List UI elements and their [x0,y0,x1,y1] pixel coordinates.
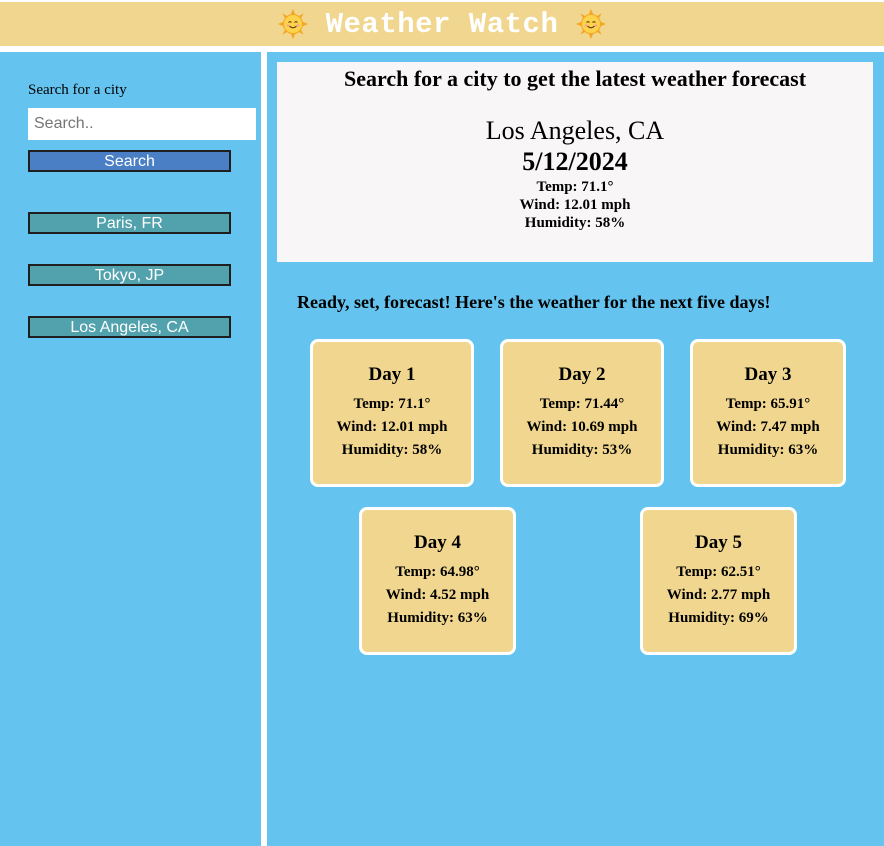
forecast-wind: Wind: 7.47 mph [716,419,820,435]
forecast-wind: Wind: 4.52 mph [385,587,490,603]
forecast-day-label: Day 2 [558,364,606,385]
forecast-heading: Ready, set, forecast! Here's the weather… [297,292,771,312]
app-title: Weather Watch [325,7,559,41]
forecast-card-day-2: Day 2 Temp: 71.44° Wind: 10.69 mph Humid… [500,339,664,487]
search-label: Search for a city [28,82,127,98]
current-weather-panel: Search for a city to get the latest weat… [277,62,873,262]
forecast-temp: Temp: 62.51° [676,564,761,580]
history-button-tokyo[interactable]: Tokyo, JP [28,264,231,286]
forecast-day-label: Day 5 [695,532,742,553]
smiling-sun-icon [576,9,607,39]
forecast-temp: Temp: 64.98° [395,564,480,580]
main-content: Search for a city to get the latest weat… [267,52,884,846]
forecast-day-label: Day 3 [744,364,792,385]
current-humidity: Humidity: 58% [524,215,626,231]
current-wind: Wind: 12.01 mph [519,197,631,213]
forecast-humidity: Humidity: 63% [387,610,488,626]
history-button-paris[interactable]: Paris, FR [28,212,231,234]
forecast-temp: Temp: 65.91° [725,396,811,412]
forecast-humidity: Humidity: 53% [531,442,633,458]
forecast-wind: Wind: 12.01 mph [336,419,448,435]
forecast-card-day-3: Day 3 Temp: 65.91° Wind: 7.47 mph Humidi… [690,339,846,487]
search-input[interactable] [28,108,256,140]
sidebar: Search for a city Search Paris, FR Tokyo… [0,52,261,846]
forecast-temp: Temp: 71.1° [353,396,431,412]
forecast-humidity: Humidity: 69% [668,610,769,626]
forecast-temp: Temp: 71.44° [539,396,625,412]
forecast-card-day-5: Day 5 Temp: 62.51° Wind: 2.77 mph Humidi… [640,507,797,655]
app-header: Weather Watch [0,2,884,46]
current-city: Los Angeles, CA [485,116,665,145]
search-button[interactable]: Search [28,150,231,172]
smiling-sun-icon [277,9,308,39]
current-temp: Temp: 71.1° [536,179,614,195]
forecast-humidity: Humidity: 63% [717,442,819,458]
forecast-day-label: Day 1 [368,364,416,385]
forecast-day-label: Day 4 [414,532,461,553]
forecast-card-day-4: Day 4 Temp: 64.98° Wind: 4.52 mph Humidi… [359,507,516,655]
forecast-card-day-1: Day 1 Temp: 71.1° Wind: 12.01 mph Humidi… [310,339,474,487]
forecast-humidity: Humidity: 58% [341,442,443,458]
forecast-wind: Wind: 10.69 mph [526,419,638,435]
current-date: 5/12/2024 [522,147,628,176]
forecast-wind: Wind: 2.77 mph [666,587,771,603]
search-prompt-heading: Search for a city to get the latest weat… [343,66,807,91]
history-button-los-angeles[interactable]: Los Angeles, CA [28,316,231,338]
